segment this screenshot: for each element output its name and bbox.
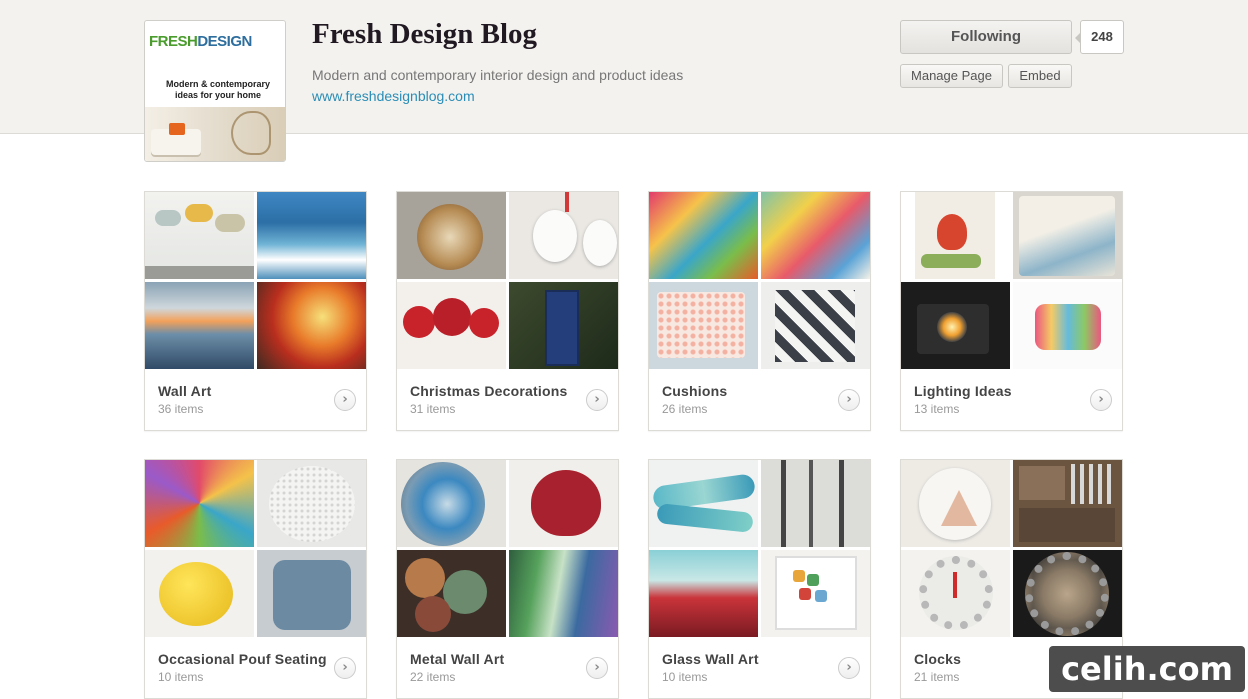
board-thumbnails — [649, 460, 870, 637]
board-thumbnail — [397, 550, 506, 637]
chevron-right-icon[interactable]: › — [334, 389, 356, 411]
chevron-right-icon[interactable]: › — [586, 389, 608, 411]
board-thumbnail — [1013, 550, 1122, 637]
board-thumbnail — [1013, 460, 1122, 547]
board-thumbnail — [649, 282, 758, 369]
board-name: Christmas Decorations — [410, 383, 568, 399]
board-item-count: 26 items — [662, 402, 708, 416]
board-thumbnail — [901, 550, 1010, 637]
board-item-count: 10 items — [158, 670, 204, 684]
board-thumbnail — [761, 282, 870, 369]
board-card[interactable]: Wall Art 36 items › — [144, 191, 367, 431]
board-thumbnail — [509, 192, 618, 279]
board-thumbnail — [397, 282, 506, 369]
board-name: Occasional Pouf Seating — [158, 651, 327, 667]
board-thumbnail — [397, 192, 506, 279]
board-card[interactable]: Lighting Ideas 13 items › — [900, 191, 1123, 431]
board-card[interactable]: Occasional Pouf Seating 10 items › — [144, 459, 367, 699]
board-thumbnails — [649, 192, 870, 369]
board-card[interactable]: Metal Wall Art 22 items › — [396, 459, 619, 699]
board-thumbnail — [901, 192, 1010, 279]
board-item-count: 31 items — [410, 402, 456, 416]
avatar-tagline: Modern & contemporary ideas for your hom… — [165, 79, 270, 100]
board-thumbnail — [145, 192, 254, 279]
board-thumbnail — [761, 192, 870, 279]
board-thumbnail — [649, 550, 758, 637]
board-card[interactable]: Christmas Decorations 31 items › — [396, 191, 619, 431]
watermark: celih.com — [1049, 646, 1245, 692]
board-thumbnail — [397, 460, 506, 547]
board-thumbnail — [761, 460, 870, 547]
board-item-count: 13 items — [914, 402, 960, 416]
board-item-count: 21 items — [914, 670, 960, 684]
board-thumbnail — [145, 282, 254, 369]
manage-page-button[interactable]: Manage Page — [900, 64, 1003, 88]
embed-button[interactable]: Embed — [1008, 64, 1072, 88]
page-title: Fresh Design Blog — [312, 18, 538, 50]
board-name: Wall Art — [158, 383, 212, 399]
board-thumbnail — [509, 282, 618, 369]
board-thumbnails — [901, 192, 1122, 369]
board-thumbnail — [761, 550, 870, 637]
board-thumbnail — [649, 460, 758, 547]
board-thumbnail — [257, 550, 366, 637]
board-thumbnail — [257, 282, 366, 369]
board-card[interactable]: Cushions 26 items › — [648, 191, 871, 431]
chevron-right-icon[interactable]: › — [334, 657, 356, 679]
board-item-count: 22 items — [410, 670, 456, 684]
page-description: Modern and contemporary interior design … — [312, 67, 684, 83]
board-item-count: 10 items — [662, 670, 708, 684]
board-thumbnails — [145, 460, 366, 637]
board-name: Glass Wall Art — [662, 651, 759, 667]
board-thumbnail — [901, 460, 1010, 547]
board-thumbnail — [1013, 192, 1122, 279]
board-thumbnails — [397, 460, 618, 637]
profile-avatar[interactable]: FRESHDESIGN Modern & contemporary ideas … — [144, 20, 286, 162]
board-thumbnails — [145, 192, 366, 369]
board-name: Lighting Ideas — [914, 383, 1012, 399]
avatar-logo: FRESHDESIGN — [149, 33, 252, 50]
board-name: Clocks — [914, 651, 962, 667]
chevron-right-icon[interactable]: › — [838, 389, 860, 411]
board-thumbnail — [257, 460, 366, 547]
avatar-room-image — [145, 107, 285, 161]
board-name: Metal Wall Art — [410, 651, 505, 667]
board-item-count: 36 items — [158, 402, 204, 416]
board-thumbnail — [649, 192, 758, 279]
board-name: Cushions — [662, 383, 728, 399]
board-card[interactable]: Glass Wall Art 10 items › — [648, 459, 871, 699]
board-thumbnail — [1013, 282, 1122, 369]
chevron-right-icon[interactable]: › — [586, 657, 608, 679]
following-button[interactable]: Following — [900, 20, 1072, 54]
board-thumbnails — [901, 460, 1122, 637]
chevron-right-icon[interactable]: › — [1090, 389, 1112, 411]
board-thumbnails — [397, 192, 618, 369]
board-thumbnail — [901, 282, 1010, 369]
board-thumbnail — [145, 550, 254, 637]
website-link[interactable]: www.freshdesignblog.com — [312, 88, 475, 104]
board-thumbnail — [509, 460, 618, 547]
board-thumbnail — [145, 460, 254, 547]
board-thumbnail — [257, 192, 366, 279]
chevron-right-icon[interactable]: › — [838, 657, 860, 679]
board-thumbnail — [509, 550, 618, 637]
follower-count[interactable]: 248 — [1075, 20, 1124, 54]
